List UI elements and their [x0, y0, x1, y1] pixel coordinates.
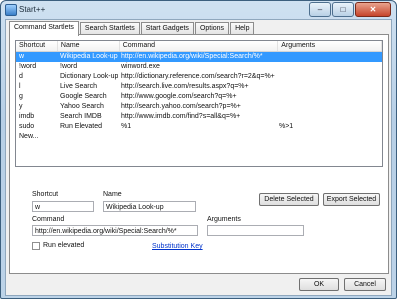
- cell-shortcut: g: [19, 93, 23, 100]
- cell-command: winword.exe: [121, 63, 160, 70]
- tab-options[interactable]: Options: [194, 22, 230, 34]
- column-header-shortcut[interactable]: Shortcut: [16, 41, 58, 51]
- cell-name: Wikipedia Look-up: [60, 53, 118, 60]
- cell-shortcut: !word: [19, 63, 37, 70]
- cell-shortcut: l: [19, 83, 21, 90]
- table-row[interactable]: d Dictionary Look-up http://dictionary.r…: [16, 72, 382, 82]
- column-header-arguments[interactable]: Arguments: [278, 41, 382, 51]
- cell-shortcut: d: [19, 73, 23, 80]
- cell-arguments: [276, 112, 379, 122]
- cell-arguments: [276, 92, 379, 102]
- client-area: Command Startlets Search Startlets Start…: [5, 19, 392, 296]
- cell-shortcut: y: [19, 103, 23, 110]
- cell-name: Live Search: [60, 83, 97, 90]
- cell-shortcut: imdb: [19, 113, 35, 120]
- startlet-list[interactable]: Shortcut Name Command Arguments w Wikipe…: [15, 40, 383, 167]
- substitution-key-link[interactable]: Substitution Key: [152, 243, 203, 250]
- maximize-button[interactable]: □: [332, 2, 354, 17]
- cell-command: http://www.google.com/search?q=%+: [121, 93, 237, 100]
- tab-command-startlets[interactable]: Command Startlets: [9, 21, 79, 36]
- title-bar[interactable]: Start++ – □ ✕: [1, 1, 396, 18]
- table-row[interactable]: g Google Search http://www.google.com/se…: [16, 92, 382, 102]
- table-row[interactable]: !word !word winword.exe: [16, 62, 382, 72]
- cell-arguments: [276, 72, 379, 82]
- window-title: Start++: [19, 5, 46, 14]
- tab-start-gadgets[interactable]: Start Gadgets: [140, 22, 194, 34]
- cell-command: http://dictionary.reference.com/search?r…: [121, 73, 275, 80]
- cell-shortcut: sudo: [19, 123, 35, 130]
- cell-name: Google Search: [60, 93, 107, 100]
- cell-command: http://www.imdb.com/find?s=all&q=%+: [121, 113, 241, 120]
- tab-search-startlets[interactable]: Search Startlets: [79, 22, 140, 34]
- tab-strip: Command Startlets Search Startlets Start…: [9, 21, 255, 36]
- minimize-icon: –: [317, 5, 323, 14]
- delete-selected-button[interactable]: Delete Selected: [259, 193, 319, 206]
- cell-arguments: [276, 62, 379, 72]
- cell-name: Yahoo Search: [60, 103, 104, 110]
- column-header-command[interactable]: Command: [120, 41, 279, 51]
- cell-arguments: [276, 82, 379, 92]
- cell-arguments: %>1: [279, 123, 294, 130]
- run-elevated-label: Run elevated: [43, 242, 85, 249]
- command-label: Command: [32, 216, 65, 223]
- run-elevated-checkbox[interactable]: [32, 242, 40, 250]
- cell-name: Dictionary Look-up: [60, 73, 118, 80]
- cell-command: http://search.yahoo.com/search?p=%+: [121, 103, 241, 110]
- ok-button[interactable]: OK: [299, 278, 339, 291]
- app-window: Start++ – □ ✕ Command Startlets Search S…: [0, 0, 397, 299]
- minimize-button[interactable]: –: [309, 2, 331, 17]
- name-label: Name: [103, 191, 122, 198]
- cell-command: http://search.live.com/results.aspx?q=%+: [121, 83, 249, 90]
- table-row[interactable]: w Wikipedia Look-up http://en.wikipedia.…: [16, 52, 382, 62]
- shortcut-field[interactable]: w: [32, 201, 94, 212]
- cancel-button[interactable]: Cancel: [344, 278, 386, 291]
- maximize-icon: □: [340, 5, 346, 14]
- new-startlet-item[interactable]: New...: [16, 132, 382, 142]
- export-selected-button[interactable]: Export Selected: [323, 193, 380, 206]
- column-header-name[interactable]: Name: [58, 41, 120, 51]
- tab-help[interactable]: Help: [230, 22, 255, 34]
- arguments-label: Arguments: [207, 216, 241, 223]
- cell-command: %1: [121, 123, 132, 130]
- table-row[interactable]: y Yahoo Search http://search.yahoo.com/s…: [16, 102, 382, 112]
- cell-name: !word: [60, 63, 78, 70]
- cell-name: Run Elevated: [60, 123, 103, 130]
- close-icon: ✕: [369, 5, 377, 14]
- command-field[interactable]: http://en.wikipedia.org/wiki/Special:Sea…: [32, 225, 198, 236]
- shortcut-label: Shortcut: [32, 191, 59, 198]
- app-icon: [5, 4, 17, 16]
- tab-panel: Shortcut Name Command Arguments w Wikipe…: [9, 34, 389, 274]
- list-header: Shortcut Name Command Arguments: [16, 41, 382, 52]
- name-field[interactable]: Wikipedia Look-up: [103, 201, 196, 212]
- arguments-field[interactable]: [207, 225, 304, 236]
- cell-name: Search IMDB: [60, 113, 102, 120]
- cell-shortcut: w: [19, 53, 25, 60]
- cell-arguments: [276, 102, 379, 112]
- cell-arguments: [276, 52, 379, 62]
- cell-command: http://en.wikipedia.org/wiki/Special:Sea…: [121, 53, 263, 60]
- table-row[interactable]: sudo Run Elevated %1 %>1: [16, 122, 382, 132]
- table-row[interactable]: imdb Search IMDB http://www.imdb.com/fin…: [16, 112, 382, 122]
- close-button[interactable]: ✕: [355, 2, 391, 17]
- table-row[interactable]: l Live Search http://search.live.com/res…: [16, 82, 382, 92]
